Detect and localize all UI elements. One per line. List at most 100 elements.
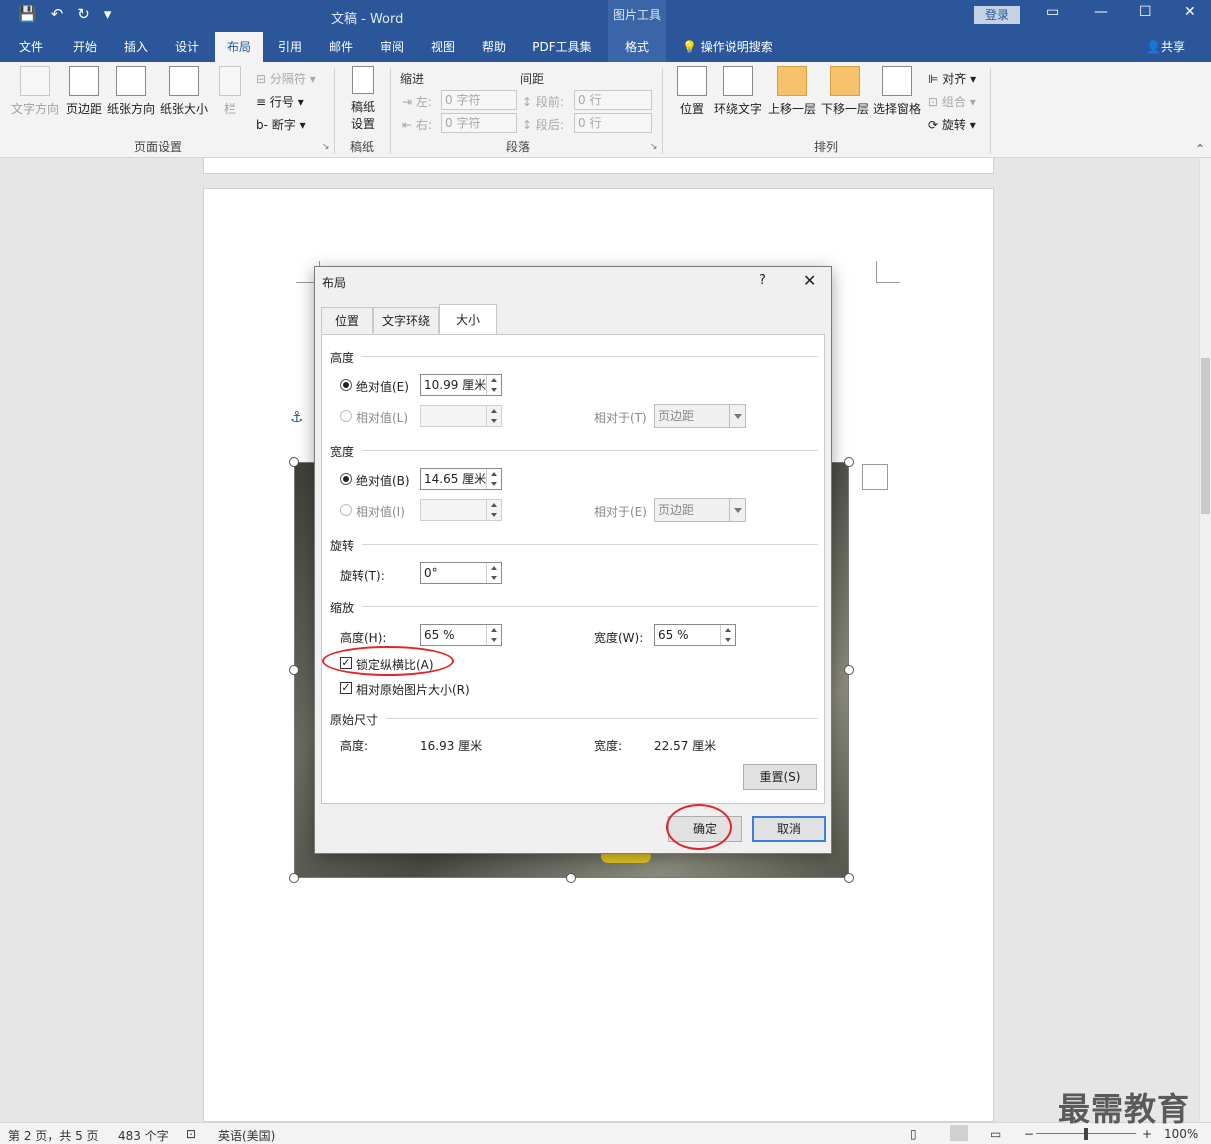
tab-view[interactable]: 视图 — [420, 32, 466, 62]
orientation-button[interactable]: 纸张方向 — [106, 66, 156, 117]
rotate-input[interactable]: 0° — [420, 562, 502, 584]
height-relative-to-label: 相对于(T) — [594, 411, 647, 425]
wrap-text-button[interactable]: 环绕文字 — [712, 66, 764, 117]
tell-me-search[interactable]: 💡 操作说明搜索 — [682, 32, 773, 62]
spinner-arrows[interactable] — [486, 500, 501, 520]
login-button[interactable]: 登录 — [974, 6, 1020, 24]
tab-home[interactable]: 开始 — [62, 32, 108, 62]
resize-handle[interactable] — [844, 873, 854, 883]
height-relative-to-select[interactable]: 页边距 — [654, 404, 746, 428]
read-mode-icon[interactable]: ▯ — [910, 1127, 917, 1141]
margins-button[interactable]: 页边距 — [64, 66, 104, 117]
resize-handle[interactable] — [289, 457, 299, 467]
spacing-before-input[interactable]: 0 行 — [574, 90, 652, 110]
bring-forward-button[interactable]: 上移一层 — [767, 66, 817, 117]
manuscript-settings-button[interactable]: 稿纸 设置 — [346, 66, 380, 132]
text-direction-button[interactable]: 文字方向 — [10, 66, 60, 117]
breaks-button[interactable]: ⊟ 分隔符 ▾ — [256, 70, 316, 87]
close-icon[interactable]: ✕ — [1184, 4, 1196, 20]
indent-left-input[interactable]: 0 字符 — [441, 90, 517, 110]
minimize-icon[interactable]: — — [1094, 4, 1108, 20]
tab-help[interactable]: 帮助 — [471, 32, 517, 62]
columns-button[interactable]: 栏 — [216, 66, 244, 117]
tab-insert[interactable]: 插入 — [113, 32, 159, 62]
save-icon[interactable]: 💾 — [18, 5, 37, 23]
tab-review[interactable]: 审阅 — [369, 32, 415, 62]
layout-options-icon[interactable] — [862, 464, 888, 490]
tab-position[interactable]: 位置 — [321, 307, 373, 333]
redo-icon[interactable]: ↻ — [77, 5, 90, 23]
relative-original-checkbox[interactable]: ✓ — [340, 682, 352, 694]
resize-handle[interactable] — [566, 873, 576, 883]
resize-handle[interactable] — [844, 457, 854, 467]
spinner-arrows[interactable] — [486, 406, 501, 426]
selection-pane-button[interactable]: 选择窗格 — [872, 66, 922, 117]
width-absolute-radio[interactable] — [340, 473, 352, 485]
position-button[interactable]: 位置 — [676, 66, 708, 117]
width-absolute-value: 14.65 厘米 — [424, 472, 487, 486]
ribbon-display-icon[interactable]: ▭ — [1046, 4, 1059, 20]
lightbulb-icon: 💡 — [682, 40, 701, 54]
print-layout-icon[interactable] — [950, 1125, 968, 1141]
share-button[interactable]: 👤共享 — [1146, 32, 1185, 62]
tab-design[interactable]: 设计 — [164, 32, 210, 62]
help-icon[interactable]: ? — [759, 273, 766, 288]
close-icon[interactable]: ✕ — [803, 271, 816, 290]
size-button[interactable]: 纸张大小 — [159, 66, 209, 117]
spinner-arrows[interactable] — [486, 469, 501, 489]
paragraph-launcher-icon[interactable]: ↘ — [650, 142, 658, 152]
resize-handle[interactable] — [289, 873, 299, 883]
layout-dialog: 布局 ? ✕ 位置 文字环绕 大小 高度 绝对值(E) 10.99 厘米 相对值… — [314, 266, 832, 854]
tab-references[interactable]: 引用 — [268, 32, 312, 62]
spinner-arrows[interactable] — [720, 625, 735, 645]
height-absolute-radio[interactable] — [340, 379, 352, 391]
cancel-button[interactable]: 取消 — [752, 816, 826, 842]
language-indicator[interactable]: 英语(美国) — [218, 1127, 275, 1144]
tab-file[interactable]: 文件 — [8, 32, 54, 62]
scale-height-input[interactable]: 65 % — [420, 624, 502, 646]
spinner-arrows[interactable] — [486, 375, 501, 395]
width-relative-input[interactable] — [420, 499, 502, 521]
web-layout-icon[interactable]: ▭ — [990, 1127, 1001, 1141]
ribbon-separator — [334, 68, 335, 154]
height-absolute-input[interactable]: 10.99 厘米 — [420, 374, 502, 396]
tab-size[interactable]: 大小 — [439, 304, 497, 334]
spinner-arrows[interactable] — [486, 563, 501, 583]
vertical-scrollbar[interactable] — [1199, 158, 1211, 1122]
customize-qat-icon[interactable]: ▾ — [104, 5, 112, 23]
rotate-button[interactable]: ⟳ 旋转 ▾ — [928, 116, 976, 133]
page-count[interactable]: 第 2 页，共 5 页 — [8, 1127, 99, 1144]
proofing-icon[interactable]: ⊡ — [186, 1127, 196, 1141]
previous-page-bottom — [203, 158, 994, 174]
scale-width-input[interactable]: 65 % — [654, 624, 736, 646]
height-relative-radio[interactable] — [340, 410, 352, 422]
spinner-arrows[interactable] — [486, 625, 501, 645]
group-button[interactable]: ⊡ 组合 ▾ — [928, 93, 976, 110]
tab-mailings[interactable]: 邮件 — [318, 32, 364, 62]
tab-text-wrapping[interactable]: 文字环绕 — [373, 307, 439, 333]
rotate-label: 旋转 — [941, 118, 966, 132]
undo-icon[interactable]: ↶ — [51, 5, 64, 23]
send-backward-button[interactable]: 下移一层 — [820, 66, 870, 117]
indent-right-input[interactable]: 0 字符 — [441, 113, 517, 133]
page-setup-launcher-icon[interactable]: ↘ — [322, 142, 330, 152]
spacing-after-input[interactable]: 0 行 — [574, 113, 652, 133]
height-relative-input[interactable] — [420, 405, 502, 427]
tab-layout[interactable]: 布局 — [215, 32, 263, 62]
width-relative-to-select[interactable]: 页边距 — [654, 498, 746, 522]
word-count[interactable]: 483 个字 — [118, 1127, 169, 1144]
resize-handle[interactable] — [844, 665, 854, 675]
hyphenation-button[interactable]: b- 断字 ▾ — [256, 116, 306, 133]
resize-handle[interactable] — [289, 665, 299, 675]
scrollbar-thumb[interactable] — [1201, 358, 1210, 514]
width-absolute-input[interactable]: 14.65 厘米 — [420, 468, 502, 490]
maximize-icon[interactable]: ☐ — [1139, 4, 1152, 20]
reset-button[interactable]: 重置(S) — [743, 764, 817, 790]
tab-pdf-tools[interactable]: PDF工具集 — [524, 32, 600, 62]
collapse-ribbon-icon[interactable]: ⌃ — [1195, 142, 1205, 156]
line-numbers-button[interactable]: ≡ 行号 ▾ — [256, 93, 304, 110]
align-button[interactable]: ⊫ 对齐 ▾ — [928, 70, 976, 87]
tab-format[interactable]: 格式 — [608, 32, 666, 62]
width-relative-radio[interactable] — [340, 504, 352, 516]
zoom-out-icon[interactable]: − — [1024, 1127, 1034, 1141]
